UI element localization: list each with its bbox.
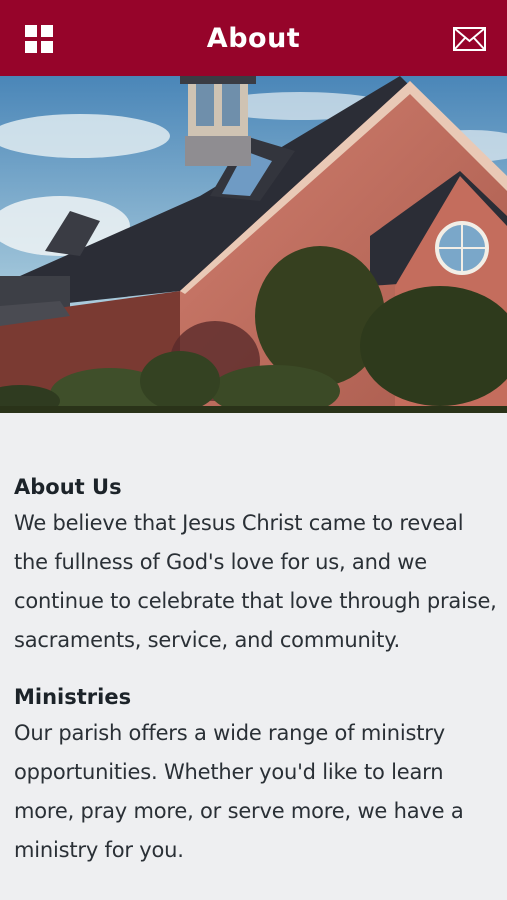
about-us-section: About Us We believe that Jesus Christ ca…	[14, 470, 498, 660]
grid-cell	[25, 41, 37, 53]
grid-menu-icon[interactable]	[25, 25, 53, 53]
content: About Us We believe that Jesus Christ ca…	[14, 470, 498, 890]
grid-cell	[25, 25, 37, 37]
church-building-photo	[0, 76, 507, 413]
page-title: About	[206, 22, 301, 54]
section-title: Ministries	[14, 685, 132, 709]
grid-cell	[41, 41, 53, 53]
grid-cell	[41, 25, 53, 37]
section-title: About Us	[14, 475, 122, 499]
envelope-icon[interactable]	[453, 27, 486, 51]
section-body: Our parish offers a wide range of minist…	[14, 721, 464, 862]
app-header: About	[0, 0, 507, 76]
section-body: We believe that Jesus Christ came to rev…	[14, 511, 497, 652]
ministries-section: Ministries Our parish offers a wide rang…	[14, 680, 498, 870]
